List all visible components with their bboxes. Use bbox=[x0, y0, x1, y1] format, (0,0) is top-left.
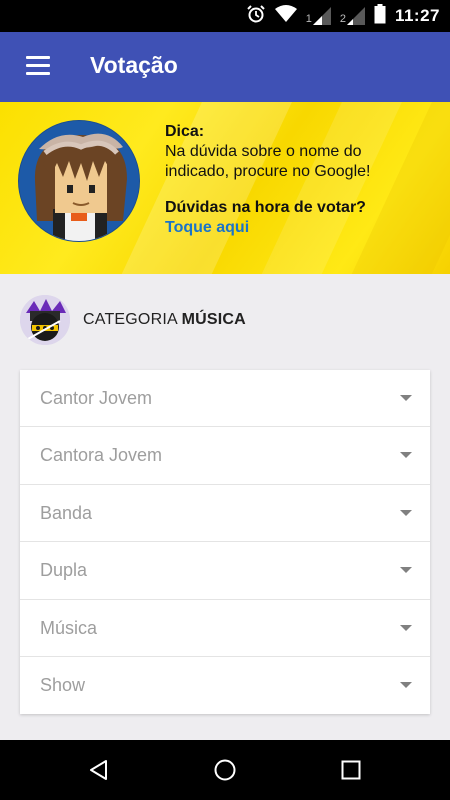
dropdown-banda[interactable]: Banda bbox=[20, 485, 430, 543]
dropdown-cantora-jovem[interactable]: Cantora Jovem bbox=[20, 427, 430, 485]
music-category-icon bbox=[20, 295, 70, 345]
system-nav-bar bbox=[0, 740, 450, 800]
chevron-down-icon bbox=[400, 624, 412, 631]
tip-message: Na dúvida sobre o nome do indicado, proc… bbox=[165, 143, 371, 180]
tip-avatar bbox=[18, 120, 140, 242]
home-icon[interactable] bbox=[213, 758, 237, 782]
recents-icon[interactable] bbox=[339, 758, 363, 782]
category-header: CATEGORIA MÚSICA bbox=[20, 294, 246, 346]
wifi-icon bbox=[274, 4, 297, 28]
dropdown-placeholder: Música bbox=[40, 617, 98, 638]
dropdown-show[interactable]: Show bbox=[20, 657, 430, 714]
dropdown-dupla[interactable]: Dupla bbox=[20, 542, 430, 600]
hamburger-menu-icon[interactable] bbox=[26, 56, 52, 78]
chevron-down-icon bbox=[400, 395, 412, 401]
signal-icon bbox=[346, 7, 365, 25]
app-bar: Votação bbox=[0, 32, 450, 102]
dropdown-musica[interactable]: Música bbox=[20, 600, 430, 657]
back-icon[interactable] bbox=[87, 758, 111, 782]
battery-icon bbox=[374, 3, 386, 29]
dropdown-cantor-jovem[interactable]: Cantor Jovem bbox=[20, 370, 430, 428]
sim2-signal: 2 bbox=[340, 7, 365, 25]
dropdown-placeholder: Dupla bbox=[40, 560, 88, 581]
dropdown-placeholder: Cantora Jovem bbox=[40, 445, 163, 466]
chevron-down-icon bbox=[400, 452, 412, 459]
chevron-down-icon bbox=[400, 509, 412, 516]
help-link[interactable]: Toque aqui bbox=[165, 218, 405, 238]
sim2-label: 2 bbox=[339, 13, 346, 25]
chevron-down-icon bbox=[400, 567, 412, 574]
category-name: MÚSICA bbox=[181, 311, 246, 328]
chevron-down-icon bbox=[400, 681, 412, 688]
status-bar: 1 2 11:27 bbox=[0, 0, 450, 32]
status-time: 11:27 bbox=[394, 6, 440, 25]
sim1-label: 1 bbox=[305, 13, 312, 25]
page-title: Votação bbox=[90, 52, 178, 78]
nominees-card: Cantor Jovem Cantora Jovem Banda Dupla M… bbox=[20, 370, 430, 714]
category-prefix: CATEGORIA bbox=[83, 311, 177, 328]
category-title: CATEGORIA MÚSICA bbox=[83, 311, 246, 329]
tip-text-block: Dica: Na dúvida sobre o nome do indicado… bbox=[165, 122, 405, 238]
alarm-icon bbox=[246, 4, 266, 29]
dropdown-placeholder: Cantor Jovem bbox=[40, 388, 153, 408]
sim1-signal: 1 bbox=[306, 7, 331, 25]
help-question: Dúvidas na hora de votar? bbox=[165, 199, 366, 216]
tip-label: Dica: bbox=[165, 123, 205, 140]
tip-banner: Dica: Na dúvida sobre o nome do indicado… bbox=[0, 102, 450, 274]
dropdown-placeholder: Banda bbox=[40, 502, 93, 523]
signal-icon bbox=[312, 7, 331, 25]
dropdown-placeholder: Show bbox=[40, 674, 86, 695]
